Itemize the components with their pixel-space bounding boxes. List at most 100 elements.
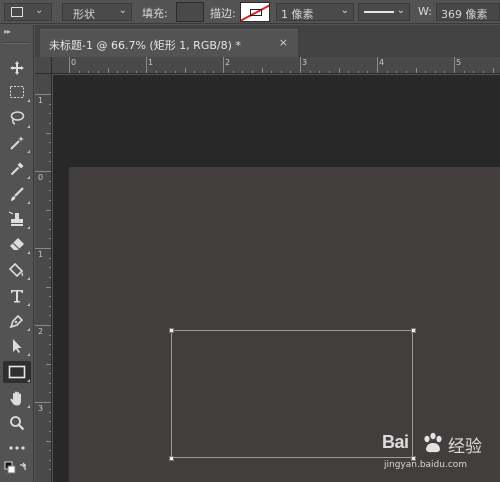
eraser-icon [10,238,24,250]
stroke-width-field[interactable]: 1 像素 ⌄ [276,3,354,21]
transform-handle-top-left[interactable] [169,328,174,333]
eraser-tool[interactable] [3,233,31,255]
rectangle-shape[interactable] [171,330,413,458]
ruler-tick [69,57,70,73]
clone-stamp-icon [8,211,23,226]
tool-flyout-indicator [27,150,30,153]
ruler-tick [319,71,321,73]
tool-preset-picker[interactable]: ⌄ [4,3,52,21]
ruler-tick [136,71,138,73]
ruler-v-label: 0 [38,173,44,182]
chevron-down-icon: ⌄ [35,5,44,16]
tool-flyout-indicator [27,201,30,204]
magic-wand-tool[interactable] [3,132,31,154]
zoom-tool[interactable] [3,412,31,434]
more-tools[interactable] [3,437,31,459]
ruler-v-label: 3 [38,404,44,413]
panel-grip[interactable] [3,42,30,44]
ruler-tick [463,71,465,73]
ruler-tick [88,71,90,73]
ruler-tick [49,180,51,182]
ruler-tick [49,296,51,298]
stroke-swatch[interactable] [240,2,270,22]
ruler-tick [49,334,51,336]
tool-flyout-indicator [27,353,30,356]
ruler-v-label: 2 [38,327,44,336]
transform-handle-top-right[interactable] [411,328,416,333]
collapse-panel-icon[interactable]: ▸▸ [4,27,11,36]
vertical-ruler[interactable]: 1 0 1 2 3 [35,74,52,482]
pen-icon [9,314,24,329]
close-icon[interactable]: × [279,36,288,49]
zoom-icon [10,416,25,431]
rectangle-tool[interactable] [3,361,31,383]
ruler-tick [49,373,51,375]
tool-flyout-indicator [27,303,30,306]
stamp-tool[interactable] [3,208,31,230]
ruler-tick [348,71,350,73]
type-tool[interactable] [3,285,31,307]
stroke-type-select[interactable]: ⌄ [358,3,410,21]
ruler-tick [49,305,51,307]
eyedropper-tool[interactable] [3,158,31,180]
ruler-tick [49,238,51,240]
ruler-tick [165,71,167,73]
tool-flyout-indicator [27,277,30,280]
ruler-tick [328,71,330,73]
fill-swatch[interactable] [176,2,204,22]
ruler-tick [49,469,51,471]
horizontal-ruler[interactable]: 0 1 2 3 4 5 [52,57,500,74]
brush-tool[interactable] [3,183,31,205]
ruler-h-label: 5 [456,58,462,67]
tool-flyout-indicator [27,405,30,408]
move-icon [10,61,24,75]
ruler-tick [46,209,51,211]
ruler-tick [49,315,51,317]
ruler-corner[interactable] [35,57,52,74]
ruler-tick [46,363,51,365]
transform-handle-bottom-left[interactable] [169,456,174,461]
ruler-tick [49,411,51,413]
ruler-h-label: 4 [379,58,385,67]
color-swatches[interactable] [3,459,31,479]
tool-mode-select[interactable]: 形状 ⌄ [62,3,132,21]
move-tool[interactable] [3,57,31,79]
ruler-h-label: 1 [148,58,154,67]
tools-panel: ▸▸ [0,25,34,482]
ruler-tick [49,353,51,355]
ruler-v-label: 1 [38,250,44,259]
marquee-tool[interactable] [3,81,31,103]
ruler-tick [203,71,205,73]
paint-bucket-tool[interactable] [3,259,31,281]
ruler-tick [46,440,51,442]
tool-flyout-indicator [27,176,30,179]
ruler-h-label: 0 [71,58,77,67]
ruler-tick [107,68,109,73]
hand-icon [10,391,21,405]
ruler-tick [213,71,215,73]
ruler-tick [300,57,301,73]
ruler-tick [35,94,51,95]
ruler-tick [155,71,157,73]
document-tab[interactable]: 未标题-1 @ 66.7% (矩形 1, RGB/8) * × [40,29,298,57]
ruler-tick [492,68,494,73]
ruler-tick [367,71,369,73]
ruler-tick [49,392,51,394]
ruler-tick [377,57,378,73]
hand-tool[interactable] [3,387,31,409]
width-input[interactable]: 369 像素 [436,3,500,21]
document-tab-title: 未标题-1 @ 66.7% (矩形 1, RGB/8) * [49,39,241,52]
path-selection-tool[interactable] [3,335,31,357]
ruler-tick [405,71,407,73]
ruler-tick [444,71,446,73]
lasso-tool[interactable] [3,107,31,129]
pen-tool[interactable] [3,310,31,332]
ruler-tick [49,344,51,346]
rect-marquee-icon [10,86,24,98]
ruler-tick [49,459,51,461]
tool-flyout-indicator [27,125,30,128]
ruler-tick [309,71,311,73]
tool-flyout-indicator [27,99,30,102]
ruler-h-label: 2 [225,58,231,67]
fill-label: 填充: [142,7,168,20]
